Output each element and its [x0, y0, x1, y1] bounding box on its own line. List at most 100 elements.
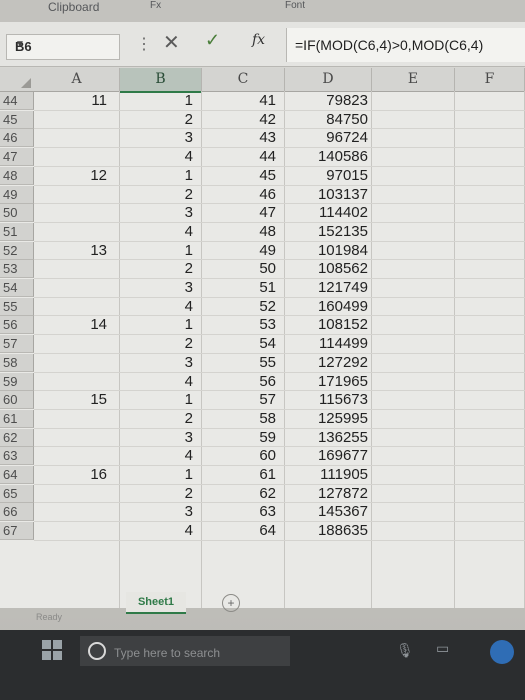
cell-d55[interactable]: 160499: [285, 298, 368, 316]
cell-b45[interactable]: 2: [120, 111, 193, 129]
cell-d48[interactable]: 97015: [285, 167, 368, 185]
column-header-f[interactable]: F: [455, 68, 525, 92]
cell-a45[interactable]: [34, 111, 107, 129]
cell-d61[interactable]: 125995: [285, 410, 368, 428]
task-view-icon[interactable]: ▭: [436, 640, 449, 657]
row-header-58[interactable]: 58: [0, 353, 34, 372]
row-header-49[interactable]: 49: [0, 185, 34, 204]
cell-c53[interactable]: 50: [202, 260, 276, 278]
row-header-44[interactable]: 44: [0, 92, 34, 110]
cell-a67[interactable]: [34, 522, 107, 540]
cell-d57[interactable]: 114499: [285, 335, 368, 353]
row-header-46[interactable]: 46: [0, 129, 34, 148]
cell-c49[interactable]: 46: [202, 186, 276, 204]
row-header-50[interactable]: 50: [0, 204, 34, 223]
cell-c58[interactable]: 55: [202, 354, 276, 372]
cell-c64[interactable]: 61: [202, 466, 276, 484]
cell-b50[interactable]: 3: [120, 204, 193, 222]
row-header-55[interactable]: 55: [0, 297, 34, 316]
name-box[interactable]: B6 ▼: [6, 34, 120, 60]
cell-d54[interactable]: 121749: [285, 279, 368, 297]
row-header-57[interactable]: 57: [0, 335, 34, 354]
row-header-61[interactable]: 61: [0, 409, 34, 428]
row-header-45[interactable]: 45: [0, 110, 34, 129]
cell-b66[interactable]: 3: [120, 503, 193, 521]
cell-d63[interactable]: 169677: [285, 447, 368, 465]
cell-b59[interactable]: 4: [120, 373, 193, 391]
edge-browser-icon[interactable]: [490, 640, 514, 664]
row-header-47[interactable]: 47: [0, 148, 34, 167]
row-header-65[interactable]: 65: [0, 484, 34, 503]
cell-d56[interactable]: 108152: [285, 316, 368, 334]
row-header-59[interactable]: 59: [0, 372, 34, 391]
taskbar-search[interactable]: Type here to search: [80, 636, 290, 666]
cell-c54[interactable]: 51: [202, 279, 276, 297]
cell-d45[interactable]: 84750: [285, 111, 368, 129]
cell-d59[interactable]: 171965: [285, 373, 368, 391]
cell-a53[interactable]: [34, 260, 107, 278]
row-header-63[interactable]: 63: [0, 447, 34, 466]
row-header-52[interactable]: 52: [0, 241, 34, 260]
cell-d52[interactable]: 101984: [285, 242, 368, 260]
cell-b57[interactable]: 2: [120, 335, 193, 353]
cell-c66[interactable]: 63: [202, 503, 276, 521]
cell-b54[interactable]: 3: [120, 279, 193, 297]
column-header-e[interactable]: E: [372, 68, 455, 92]
cell-a52[interactable]: 13: [34, 242, 107, 260]
cell-d60[interactable]: 115673: [285, 391, 368, 409]
cell-a51[interactable]: [34, 223, 107, 241]
cell-a65[interactable]: [34, 485, 107, 503]
row-header-62[interactable]: 62: [0, 428, 34, 447]
chevron-down-icon[interactable]: ▼: [15, 39, 113, 50]
cell-d51[interactable]: 152135: [285, 223, 368, 241]
cell-d58[interactable]: 127292: [285, 354, 368, 372]
cell-a50[interactable]: [34, 204, 107, 222]
column-header-c[interactable]: C: [202, 68, 285, 92]
more-dots-icon[interactable]: ⋮: [136, 34, 152, 54]
cell-a59[interactable]: [34, 373, 107, 391]
row-header-64[interactable]: 64: [0, 466, 34, 484]
cell-c46[interactable]: 43: [202, 129, 276, 147]
cell-b62[interactable]: 3: [120, 429, 193, 447]
cell-b44[interactable]: 1: [120, 92, 193, 110]
cell-c57[interactable]: 54: [202, 335, 276, 353]
cell-b64[interactable]: 1: [120, 466, 193, 484]
microphone-icon[interactable]: 🎙: [396, 642, 414, 659]
cell-a46[interactable]: [34, 129, 107, 147]
cell-b49[interactable]: 2: [120, 186, 193, 204]
cell-d64[interactable]: 111905: [285, 466, 368, 484]
cell-b51[interactable]: 4: [120, 223, 193, 241]
cell-c63[interactable]: 60: [202, 447, 276, 465]
cell-b46[interactable]: 3: [120, 129, 193, 147]
cell-c67[interactable]: 64: [202, 522, 276, 540]
cell-d62[interactable]: 136255: [285, 429, 368, 447]
cell-a44[interactable]: 11: [34, 92, 107, 110]
cell-d67[interactable]: 188635: [285, 522, 368, 540]
cell-a57[interactable]: [34, 335, 107, 353]
cell-c48[interactable]: 45: [202, 167, 276, 185]
cell-a55[interactable]: [34, 298, 107, 316]
cell-b56[interactable]: 1: [120, 316, 193, 334]
row-header-53[interactable]: 53: [0, 260, 34, 279]
column-header-a[interactable]: A: [34, 68, 120, 92]
cell-c65[interactable]: 62: [202, 485, 276, 503]
row-header-60[interactable]: 60: [0, 391, 34, 410]
row-header-54[interactable]: 54: [0, 279, 34, 297]
formula-input[interactable]: =IF(MOD(C6,4)>0,MOD(C6,4): [286, 28, 525, 62]
cell-b52[interactable]: 1: [120, 242, 193, 260]
cell-c62[interactable]: 59: [202, 429, 276, 447]
cell-d66[interactable]: 145367: [285, 503, 368, 521]
insert-function-button[interactable]: fx: [252, 32, 265, 48]
cell-b60[interactable]: 1: [120, 391, 193, 409]
cell-b58[interactable]: 3: [120, 354, 193, 372]
cell-d49[interactable]: 103137: [285, 186, 368, 204]
row-header-56[interactable]: 56: [0, 316, 34, 335]
row-header-51[interactable]: 51: [0, 222, 34, 241]
cell-a60[interactable]: 15: [34, 391, 107, 409]
cell-d53[interactable]: 108562: [285, 260, 368, 278]
cell-b53[interactable]: 2: [120, 260, 193, 278]
cell-a49[interactable]: [34, 186, 107, 204]
cell-b47[interactable]: 4: [120, 148, 193, 166]
cell-c52[interactable]: 49: [202, 242, 276, 260]
cell-b65[interactable]: 2: [120, 485, 193, 503]
